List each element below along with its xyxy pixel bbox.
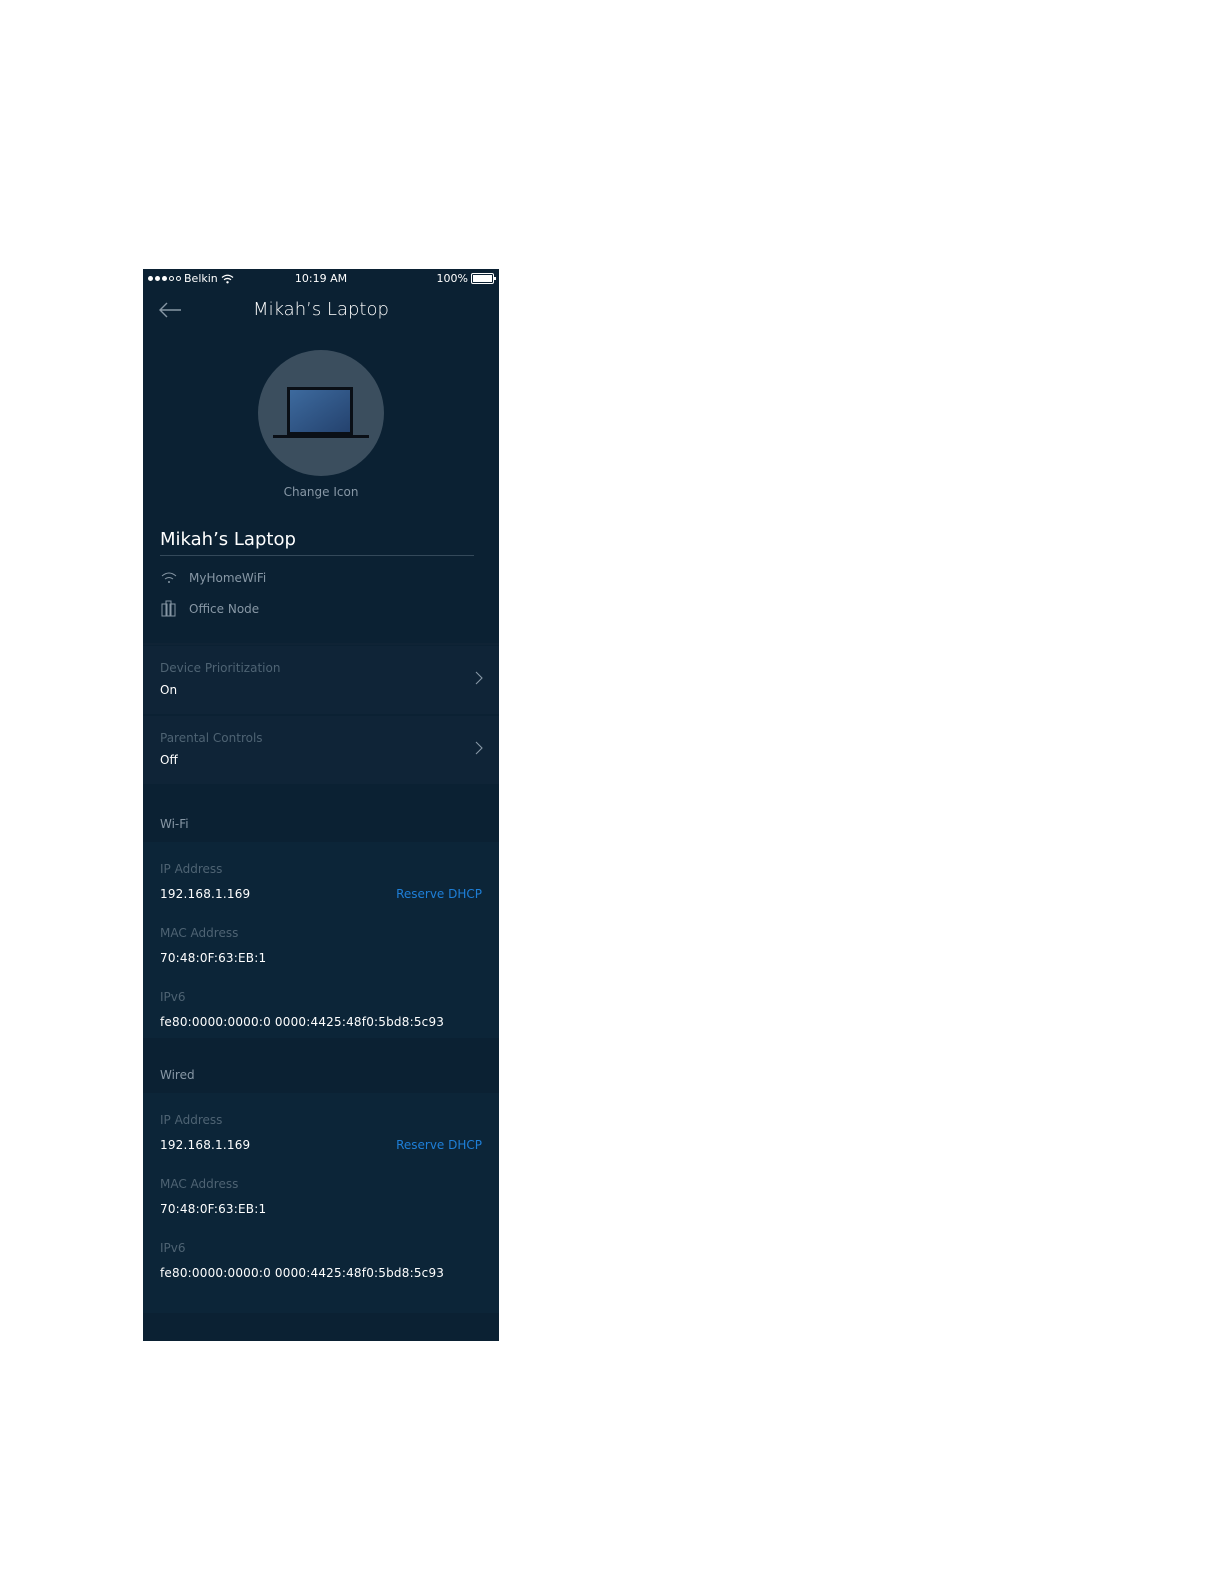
device-prioritization-value: On [160,683,178,697]
wifi-section-heading: Wi-Fi [160,817,189,831]
device-prioritization-label: Device Prioritization [160,661,281,675]
wired-details-panel: IP Address 192.168.1.169 Reserve DHCP MA… [143,1093,499,1313]
status-right: 100% [436,272,496,285]
device-avatar[interactable] [258,350,384,476]
parental-controls-value: Off [160,753,178,767]
node-name: Office Node [189,602,260,616]
laptop-icon [273,387,369,438]
wired-ipv6-value: fe80:0000:0000:0 0000:4425:48f0:5bd8:5c9… [160,1266,445,1280]
battery-percent: 100% [436,272,468,285]
wifi-ipv6-value: fe80:0000:0000:0 0000:4425:48f0:5bd8:5c9… [160,1015,445,1029]
wired-ipv6-label: IPv6 [160,1241,186,1255]
wifi-reserve-dhcp-link[interactable]: Reserve DHCP [396,887,482,901]
wifi-ipv6-label: IPv6 [160,990,186,1004]
wifi-details-panel: IP Address 192.168.1.169 Reserve DHCP MA… [143,842,499,1038]
wired-ip-value: 192.168.1.169 [160,1138,251,1152]
wifi-mac-value: 70:48:0F:63:EB:1 [160,951,267,965]
divider [143,643,499,645]
parental-controls-row[interactable]: Parental Controls Off [143,716,499,784]
wifi-ip-value: 192.168.1.169 [160,887,251,901]
wired-reserve-dhcp-link[interactable]: Reserve DHCP [396,1138,482,1152]
nav-header: Mikah’s Laptop [143,296,499,326]
battery-icon [471,273,496,284]
network-row: MyHomeWiFi [160,569,266,587]
wired-section-heading: Wired [160,1068,195,1082]
device-name-field[interactable]: Mikah’s Laptop [160,529,296,550]
change-icon-link[interactable]: Change Icon [143,485,499,499]
network-name: MyHomeWiFi [189,571,267,585]
wired-mac-label: MAC Address [160,1177,239,1191]
wired-ip-label: IP Address [160,1113,223,1127]
node-row: Office Node [160,600,259,618]
router-node-icon [161,600,176,617]
device-prioritization-row[interactable]: Device Prioritization On [143,646,499,714]
wifi-icon [161,572,177,583]
wifi-mac-label: MAC Address [160,926,239,940]
chevron-right-icon [475,741,483,755]
wifi-ip-label: IP Address [160,862,223,876]
page-title: Mikah’s Laptop [253,299,389,320]
parental-controls-label: Parental Controls [160,731,263,745]
name-underline [160,555,474,556]
status-bar: Belkin 10:19 AM 100% [143,269,499,289]
device-detail-screen: Belkin 10:19 AM 100% Mikah’s Laptop Chan… [143,269,499,1341]
wired-mac-value: 70:48:0F:63:EB:1 [160,1202,267,1216]
chevron-right-icon [475,671,483,685]
